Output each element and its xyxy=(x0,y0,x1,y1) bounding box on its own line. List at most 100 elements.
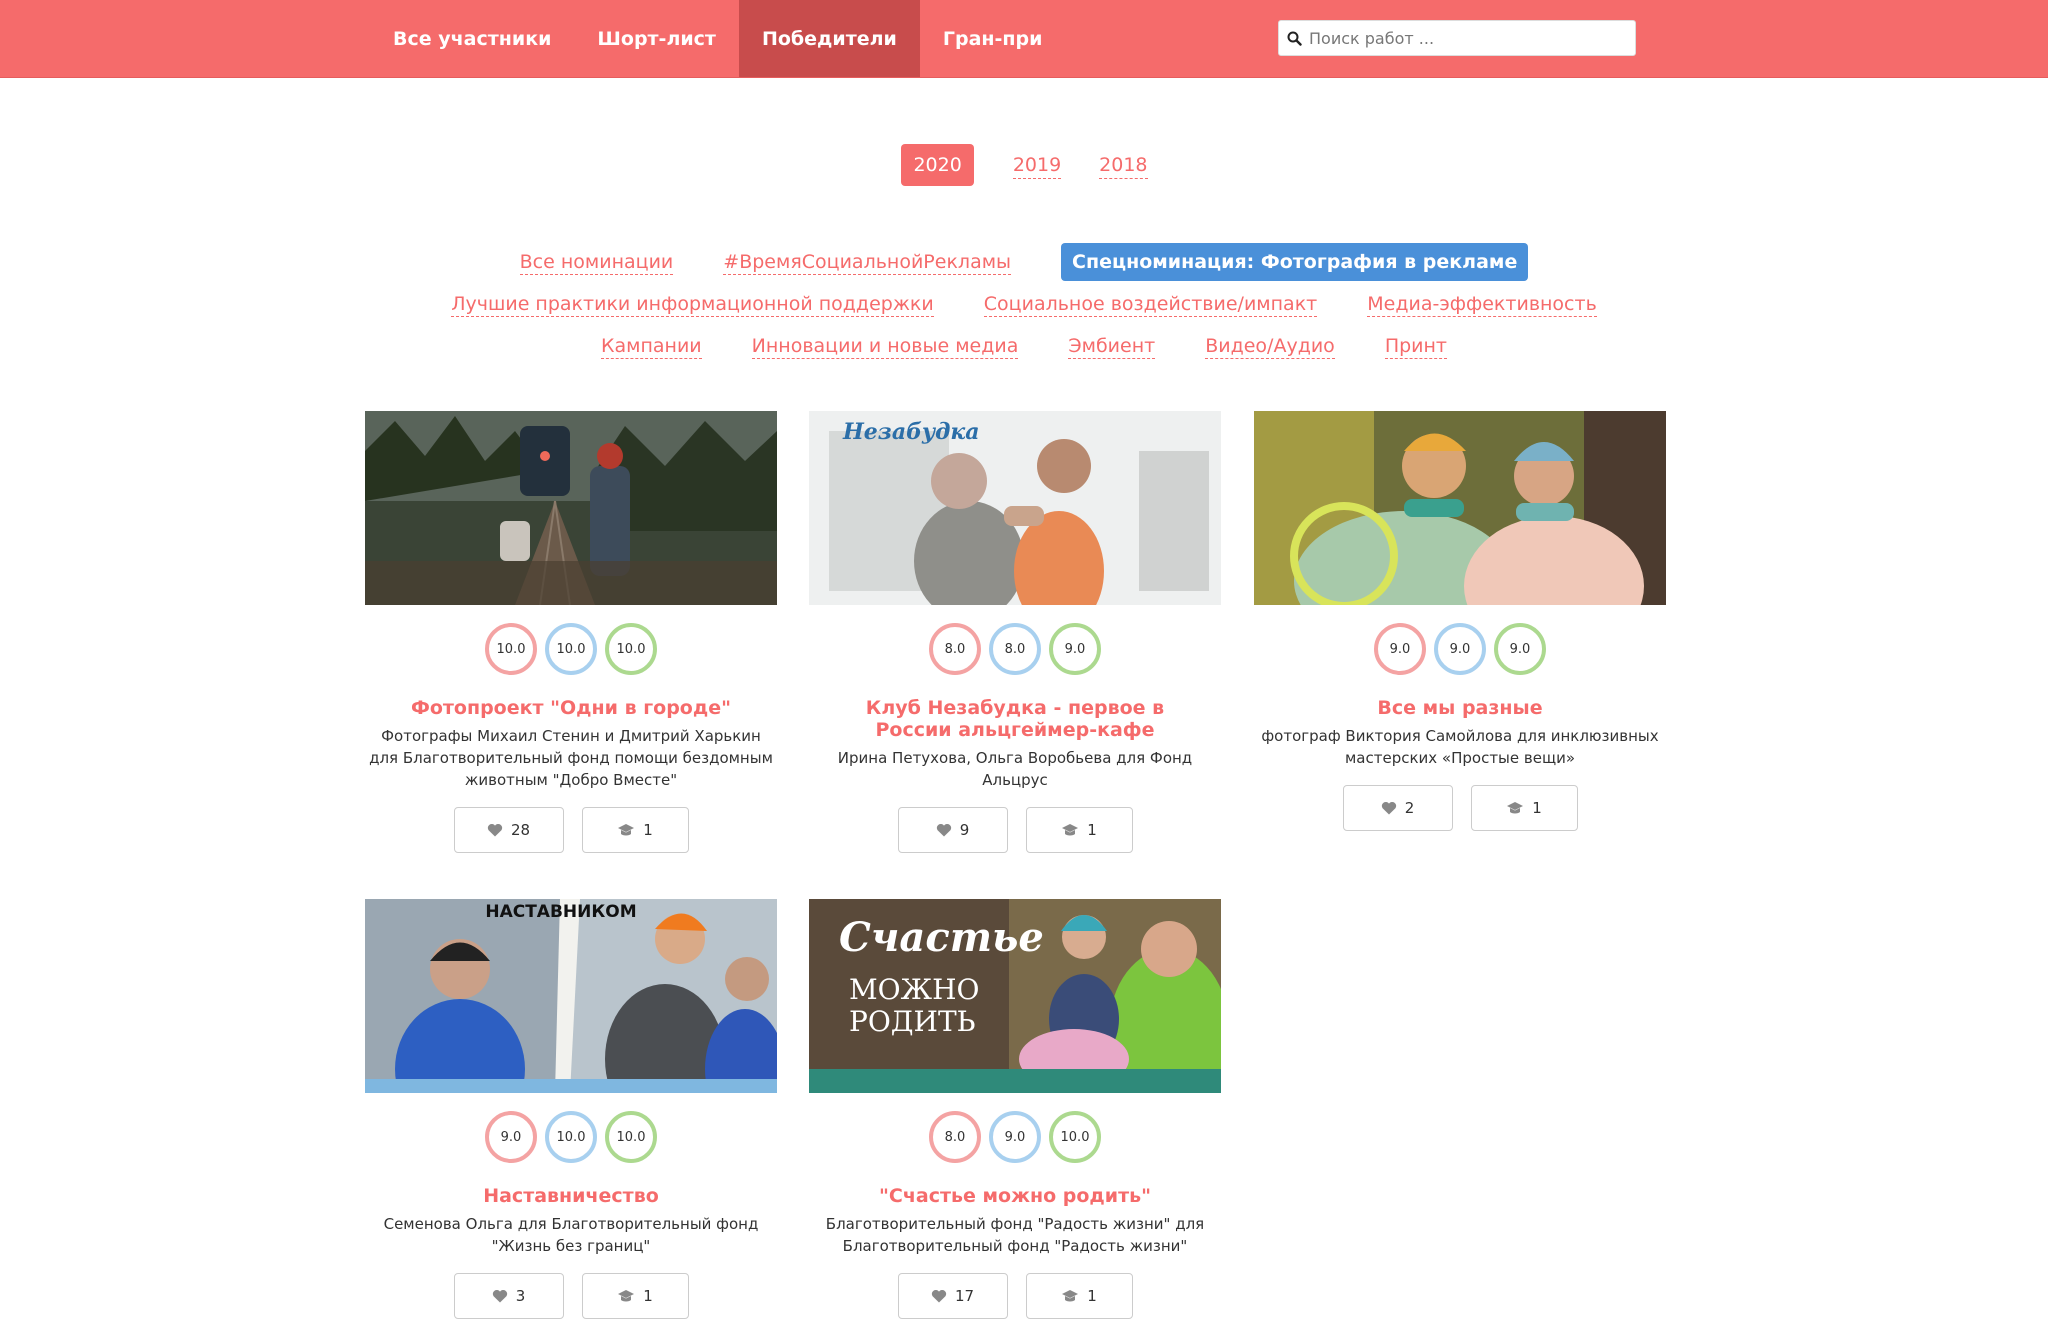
work-description: Фотографы Михаил Стенин и Дмитрий Харьки… xyxy=(369,727,773,789)
work-thumbnail[interactable]: Незабудка xyxy=(809,411,1221,605)
heart-icon xyxy=(487,823,503,837)
nomination-row: Лучшие практики информационной поддержки… xyxy=(0,283,2048,325)
score-badge: 8.0 xyxy=(989,623,1041,675)
like-button[interactable]: 9 xyxy=(897,807,1008,853)
poster-text: МОЖНО xyxy=(849,973,979,1006)
nav-winners[interactable]: Победители xyxy=(738,0,920,77)
jury-vote-button[interactable]: 1 xyxy=(1025,807,1133,853)
work-title[interactable]: Наставничество xyxy=(365,1185,777,1207)
like-count: 2 xyxy=(1404,799,1415,817)
graduation-cap-icon xyxy=(618,824,635,836)
vote-count: 1 xyxy=(1087,1287,1097,1305)
vote-count: 1 xyxy=(1532,799,1542,817)
like-button[interactable]: 3 xyxy=(453,1273,564,1319)
score-badge: 9.0 xyxy=(1374,623,1426,675)
score-badge: 10.0 xyxy=(545,1111,597,1163)
work-description: фотограф Виктория Самойлова для инклюзив… xyxy=(1261,727,1659,767)
like-button[interactable]: 17 xyxy=(897,1273,1008,1319)
heart-icon xyxy=(931,1289,947,1303)
nomination-print[interactable]: Принт xyxy=(1384,334,1447,359)
graduation-cap-icon xyxy=(1507,802,1524,814)
work-description: Благотворительный фонд "Радость жизни" д… xyxy=(825,1215,1205,1255)
top-navbar: Все участники Шорт-лист Победители Гран-… xyxy=(0,0,2048,78)
nomination-filters: Все номинации #ВремяСоциальнойРекламы Сп… xyxy=(0,241,2048,367)
work-card: Счастье МОЖНО РОДИТЬ 8.0 9.0 10.0 "Счаст… xyxy=(809,899,1221,1319)
year-tab-2018[interactable]: 2018 xyxy=(1099,144,1148,186)
year-label: 2019 xyxy=(1012,154,1062,179)
poster-text: Счастье xyxy=(839,914,1044,961)
poster-text: НАСТАВНИКОМ xyxy=(485,902,636,922)
nomination-best-practices[interactable]: Лучшие практики информационной поддержки xyxy=(451,292,934,317)
nomination-video-audio[interactable]: Видео/Аудио xyxy=(1205,334,1335,359)
score-badge: 10.0 xyxy=(605,1111,657,1163)
nav-all-participants[interactable]: Все участники xyxy=(370,0,574,77)
nomination-innovations[interactable]: Инновации и новые медиа xyxy=(751,334,1019,359)
card-actions: 28 1 xyxy=(365,807,777,853)
nomination-ambient[interactable]: Эмбиент xyxy=(1068,334,1156,359)
year-tab-2019[interactable]: 2019 xyxy=(1012,144,1062,186)
work-description: Ирина Петухова, Ольга Воробьева для Фонд… xyxy=(837,749,1193,789)
work-card: Незабудка 8.0 8.0 9.0 Клуб Незабудка - п… xyxy=(809,411,1221,853)
heart-icon xyxy=(1381,801,1396,815)
graduation-cap-icon xyxy=(1062,824,1079,836)
work-title[interactable]: Клуб Незабудка - первое в России альцгей… xyxy=(809,697,1221,741)
work-thumbnail[interactable]: Счастье МОЖНО РОДИТЬ xyxy=(809,899,1221,1093)
score-badge: 10.0 xyxy=(605,623,657,675)
nomination-all[interactable]: Все номинации xyxy=(519,250,674,275)
year-tabs: 2020 2019 2018 xyxy=(0,144,2048,186)
heart-icon xyxy=(936,823,951,837)
card-actions: 3 1 xyxy=(365,1273,777,1319)
search-box xyxy=(1278,20,1636,56)
brand-text: Незабудка xyxy=(842,419,980,445)
jury-vote-button[interactable]: 1 xyxy=(1470,785,1578,831)
jury-scores: 9.0 9.0 9.0 xyxy=(1254,623,1666,675)
score-badge: 9.0 xyxy=(485,1111,537,1163)
score-badge: 9.0 xyxy=(1049,623,1101,675)
work-thumbnail[interactable] xyxy=(365,411,777,605)
like-count: 28 xyxy=(510,821,531,839)
like-count: 9 xyxy=(959,821,970,839)
nomination-time-social-ads[interactable]: #ВремяСоциальнойРекламы xyxy=(723,250,1012,275)
work-title[interactable]: "Счастье можно родить" xyxy=(809,1185,1221,1207)
jury-vote-button[interactable]: 1 xyxy=(581,1273,689,1319)
jury-scores: 8.0 9.0 10.0 xyxy=(809,1111,1221,1163)
score-badge: 9.0 xyxy=(989,1111,1041,1163)
jury-scores: 8.0 8.0 9.0 xyxy=(809,623,1221,675)
year-label: 2020 xyxy=(913,154,962,176)
like-button[interactable]: 28 xyxy=(453,807,564,853)
work-title[interactable]: Фотопроект "Одни в городе" xyxy=(365,697,777,719)
like-button[interactable]: 2 xyxy=(1342,785,1453,831)
nomination-row: Все номинации #ВремяСоциальнойРекламы Сп… xyxy=(0,241,2048,283)
score-badge: 8.0 xyxy=(929,1111,981,1163)
work-title[interactable]: Все мы разные xyxy=(1254,697,1666,719)
card-actions: 17 1 xyxy=(809,1273,1221,1319)
nomination-social-impact[interactable]: Социальное воздействие/импакт xyxy=(983,292,1318,317)
heart-icon xyxy=(492,1289,507,1303)
work-thumbnail[interactable]: НАСТАВНИКОМ xyxy=(365,899,777,1093)
jury-scores: 9.0 10.0 10.0 xyxy=(365,1111,777,1163)
jury-vote-button[interactable]: 1 xyxy=(1025,1273,1133,1319)
vote-count: 1 xyxy=(1087,821,1097,839)
poster-text: РОДИТЬ xyxy=(849,1005,976,1038)
score-badge: 10.0 xyxy=(485,623,537,675)
graduation-cap-icon xyxy=(618,1290,635,1302)
score-badge: 9.0 xyxy=(1434,623,1486,675)
work-card: 10.0 10.0 10.0 Фотопроект "Одни в городе… xyxy=(365,411,777,853)
card-actions: 9 1 xyxy=(809,807,1221,853)
like-count: 17 xyxy=(954,1287,975,1305)
jury-vote-button[interactable]: 1 xyxy=(581,807,689,853)
work-description: Семенова Ольга для Благотворительный фон… xyxy=(383,1215,759,1255)
nav-grand-prix[interactable]: Гран-при xyxy=(920,0,1066,77)
nav-shortlist[interactable]: Шорт-лист xyxy=(574,0,739,77)
vote-count: 1 xyxy=(643,821,653,839)
main-nav: Все участники Шорт-лист Победители Гран-… xyxy=(370,0,1065,77)
search-input[interactable] xyxy=(1309,28,1619,48)
nomination-photo-in-ads[interactable]: Спецноминация: Фотография в рекламе xyxy=(1061,243,1529,281)
work-thumbnail[interactable] xyxy=(1254,411,1666,605)
nomination-campaigns[interactable]: Кампании xyxy=(600,334,702,359)
year-tab-2020[interactable]: 2020 xyxy=(901,144,974,186)
jury-scores: 10.0 10.0 10.0 xyxy=(365,623,777,675)
nomination-row: Кампании Инновации и новые медиа Эмбиент… xyxy=(0,325,2048,367)
search-icon xyxy=(1279,31,1309,46)
nomination-media-efficiency[interactable]: Медиа-эффективность xyxy=(1367,292,1597,317)
